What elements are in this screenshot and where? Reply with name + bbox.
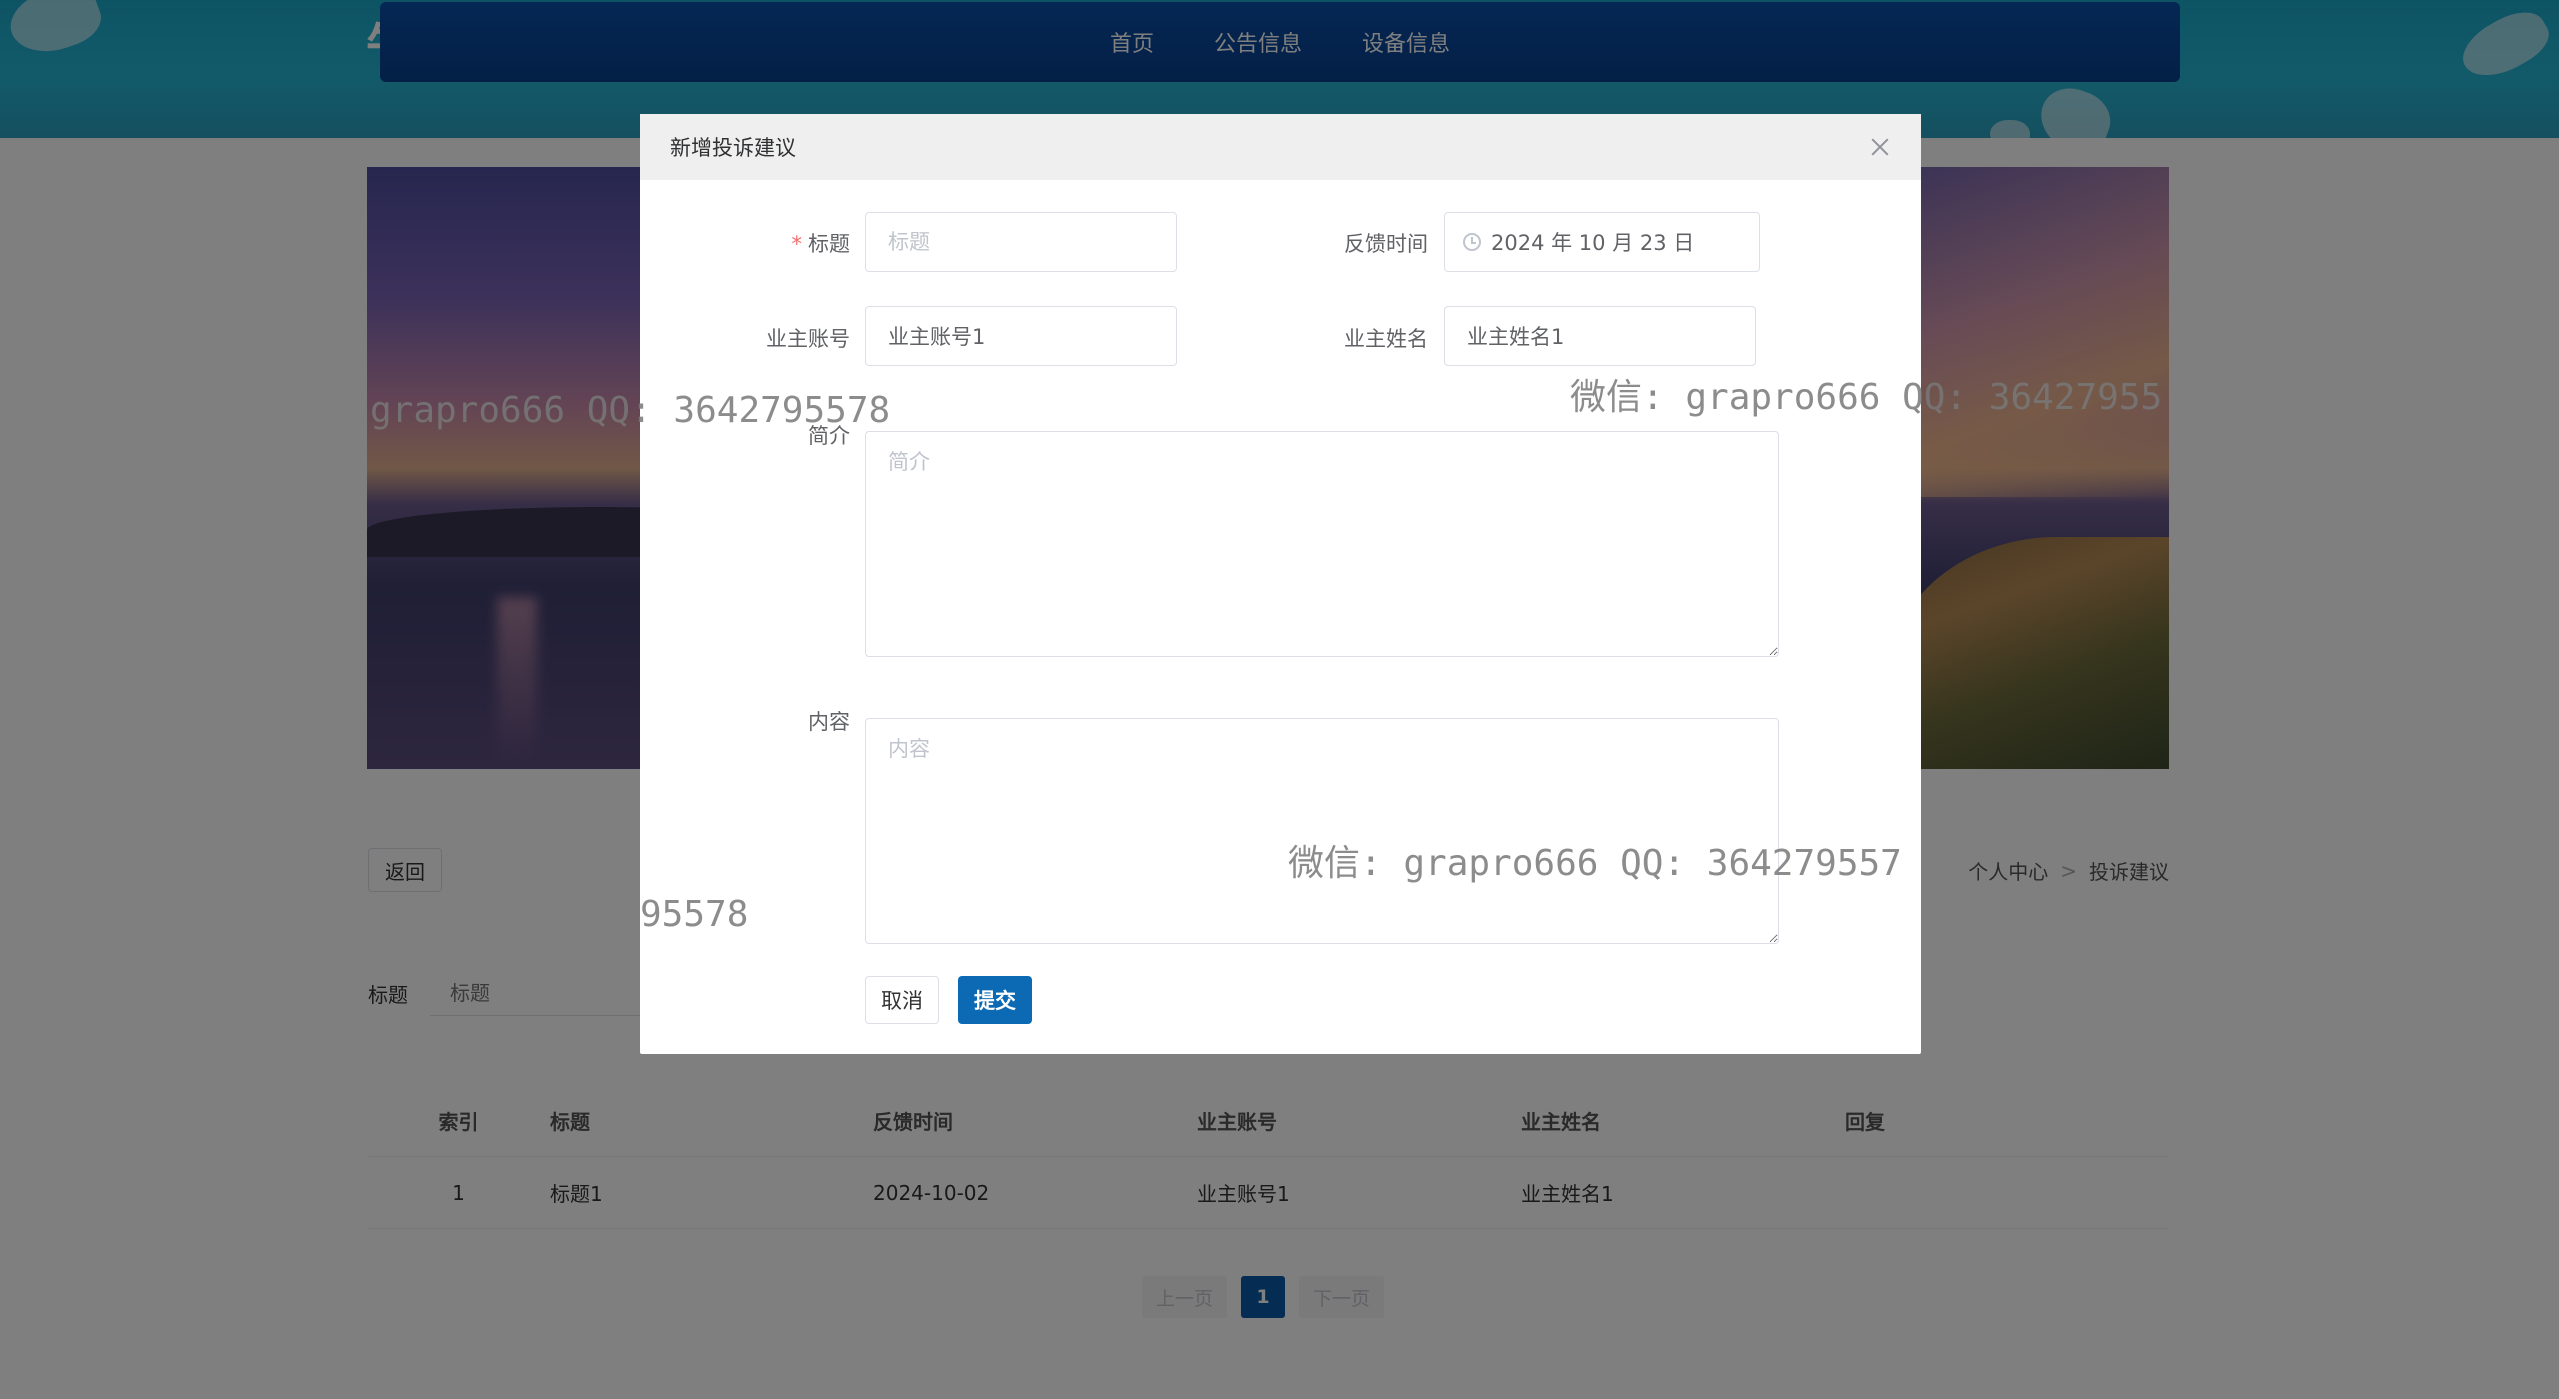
dialog-title: 新增投诉建议 [670,136,796,160]
watermark-text: 微信: grapro666 QQ: 364279557 [1288,843,1902,884]
feedback-time-value: 2024 年 10 月 23 日 [1491,231,1695,255]
owner-name-input[interactable] [1444,306,1756,366]
watermark-text: 95578 [640,894,749,935]
close-icon[interactable] [1865,132,1895,162]
submit-button[interactable]: 提交 [958,976,1032,1024]
add-complaint-dialog: 新增投诉建议 *标题 反馈时间 2024 年 10 月 23 日 业主账号 业主… [640,114,1921,1054]
intro-textarea[interactable] [865,431,1779,657]
owner-account-label: 业主账号 [766,327,850,351]
content-textarea[interactable] [865,718,1779,944]
content-label: 内容 [808,710,850,734]
dialog-header: 新增投诉建议 [640,114,1921,180]
cancel-button[interactable]: 取消 [865,976,939,1024]
watermark-text: 微信: grapro666 QQ: 36427955 [1570,377,2163,418]
title-input[interactable] [865,212,1177,272]
owner-name-label: 业主姓名 [1344,327,1428,351]
watermark-text: grapro666 QQ: 3642795578 [370,390,891,431]
required-mark: * [791,232,803,256]
feedback-time-picker[interactable]: 2024 年 10 月 23 日 [1444,212,1760,272]
feedback-time-label: 反馈时间 [1344,232,1428,256]
owner-account-input[interactable] [865,306,1177,366]
clock-icon [1463,233,1481,251]
title-field-label: * 标题 [791,232,851,256]
